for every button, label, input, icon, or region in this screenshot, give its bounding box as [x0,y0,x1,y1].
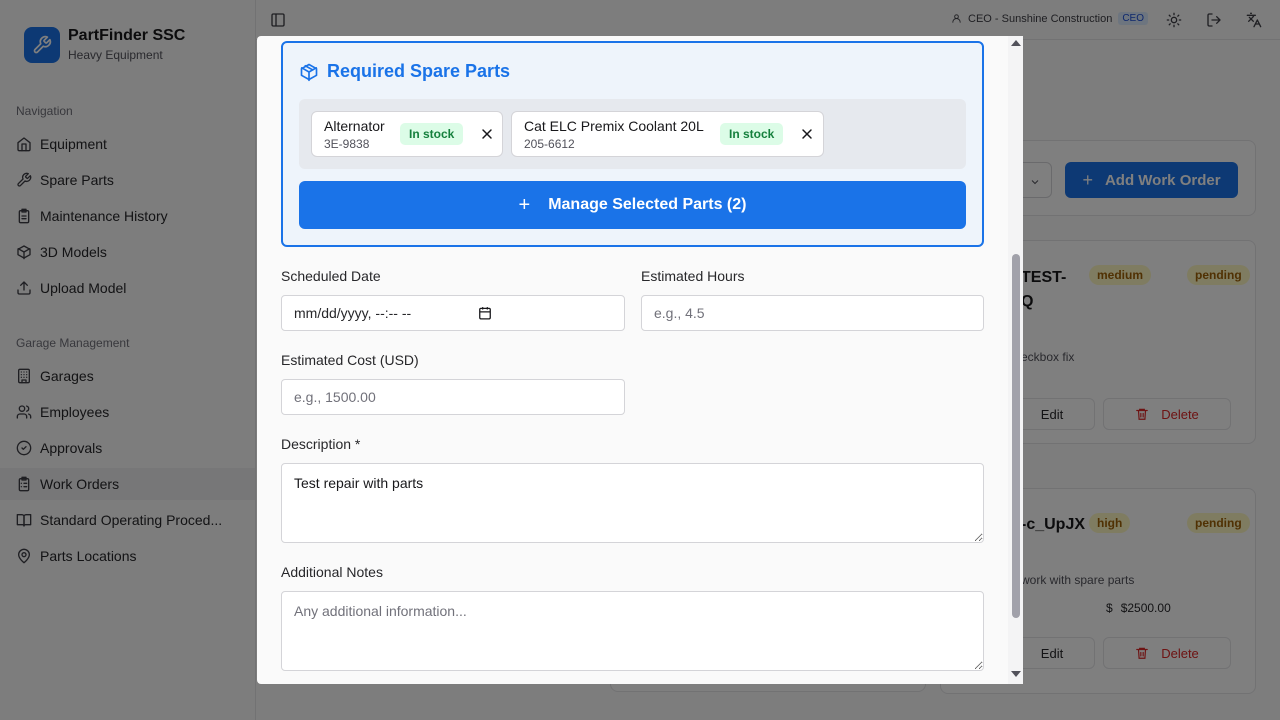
part-name: Cat ELC Premix Coolant 20L [524,118,704,134]
package-icon [299,62,319,82]
plus-icon: + [518,193,531,216]
part-chip: Cat ELC Premix Coolant 20L 205-6612 In s… [511,111,824,157]
part-number: 205-6612 [524,137,575,151]
remove-part-icon[interactable] [799,126,815,142]
description-textarea[interactable]: Test repair with parts [281,463,984,543]
parts-section-title: Required Spare Parts [299,61,510,82]
additional-notes-label: Additional Notes [281,564,383,580]
additional-notes-textarea[interactable] [281,591,984,671]
manage-parts-label: Manage Selected Parts (2) [548,196,747,213]
calendar-icon[interactable] [478,306,492,320]
part-number: 3E-9838 [324,137,370,151]
remove-part-icon[interactable] [479,126,495,142]
parts-title-text: Required Spare Parts [327,61,511,81]
scheduled-date-input[interactable]: mm/dd/yyyy, --:-- -- [281,295,625,331]
date-value: mm/dd/yyyy, --:-- -- [294,305,412,321]
stock-badge: In stock [720,123,784,145]
scroll-up-arrow-icon[interactable] [1011,40,1021,46]
stock-badge: In stock [400,123,464,145]
part-name: Alternator [324,118,385,134]
estimated-hours-label: Estimated Hours [641,268,745,284]
description-label: Description * [281,436,361,452]
estimated-cost-label: Estimated Cost (USD) [281,352,419,368]
scrollbar-thumb[interactable] [1012,254,1020,618]
manage-parts-button[interactable]: + Manage Selected Parts (2) [299,181,966,229]
scheduled-date-label: Scheduled Date [281,268,381,284]
estimated-cost-input[interactable] [281,379,625,415]
scroll-down-arrow-icon[interactable] [1011,671,1021,677]
part-chip: Alternator 3E-9838 In stock [311,111,503,157]
estimated-hours-input[interactable] [641,295,984,331]
